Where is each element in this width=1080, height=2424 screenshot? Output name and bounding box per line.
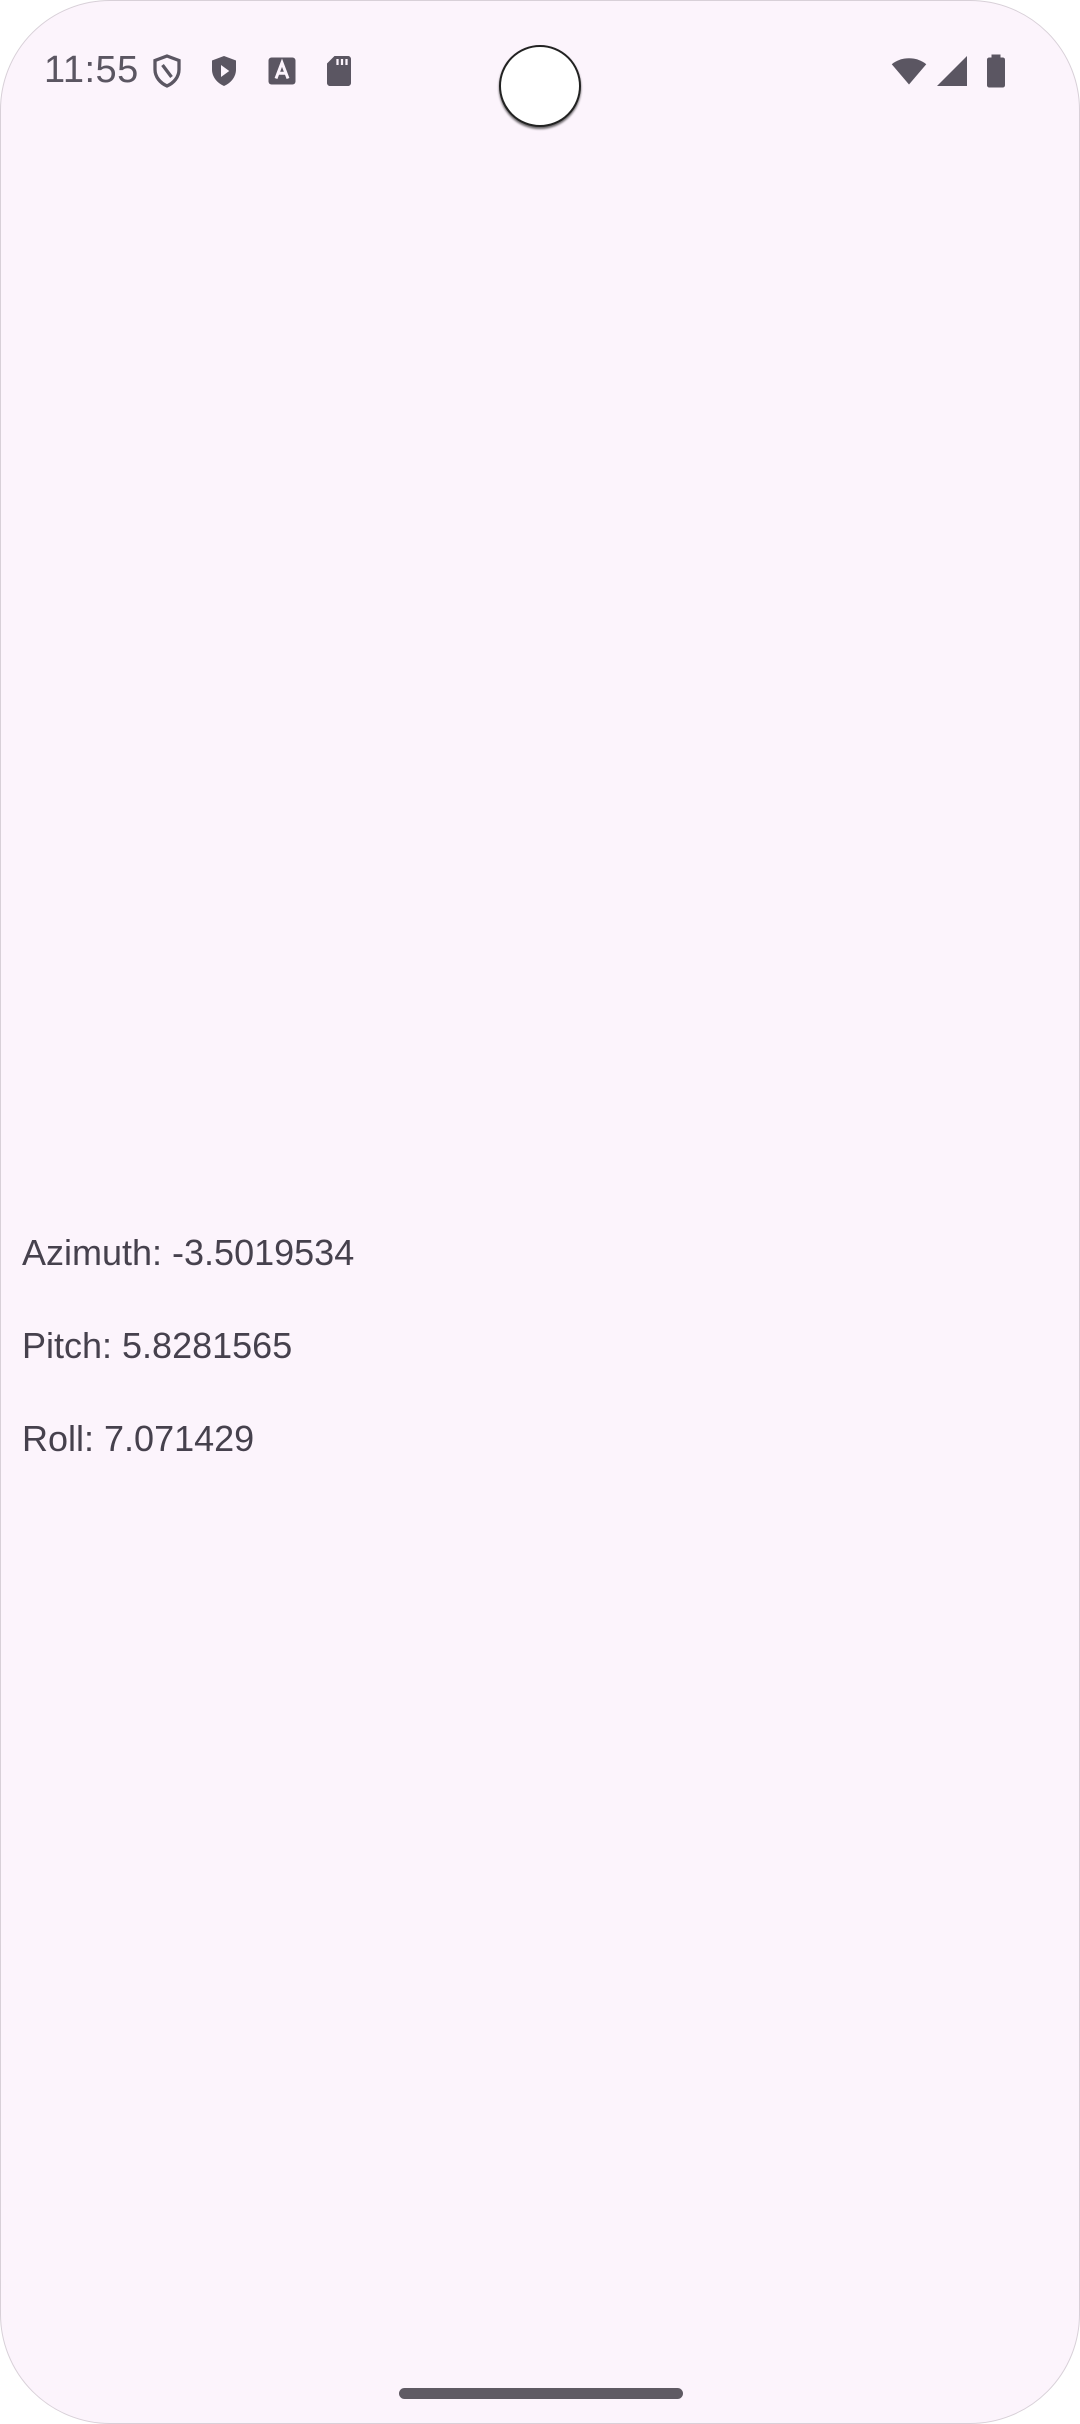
- battery-icon: [981, 53, 1011, 89]
- cell-signal-icon: [933, 53, 971, 89]
- front-camera-cutout: [499, 45, 581, 127]
- wifi-icon: [889, 53, 929, 89]
- roll-value: Roll: 7.071429: [22, 1418, 255, 1459]
- shield-outline-icon: [149, 53, 185, 89]
- phone-screen: 11:55 Azimuth: -3.5019534 Pitch: 5.82815…: [0, 0, 1080, 2424]
- status-time: 11:55: [44, 49, 139, 91]
- azimuth-value: Azimuth: -3.5019534: [22, 1232, 355, 1273]
- shield-play-icon: [206, 53, 242, 89]
- pitch-value: Pitch: 5.8281565: [22, 1325, 293, 1366]
- font-a-icon: [264, 53, 300, 89]
- sensor-readings: Azimuth: -3.5019534 Pitch: 5.8281565 Rol…: [22, 1229, 354, 1508]
- home-indicator[interactable]: [399, 2388, 683, 2399]
- sd-card-icon: [321, 53, 357, 89]
